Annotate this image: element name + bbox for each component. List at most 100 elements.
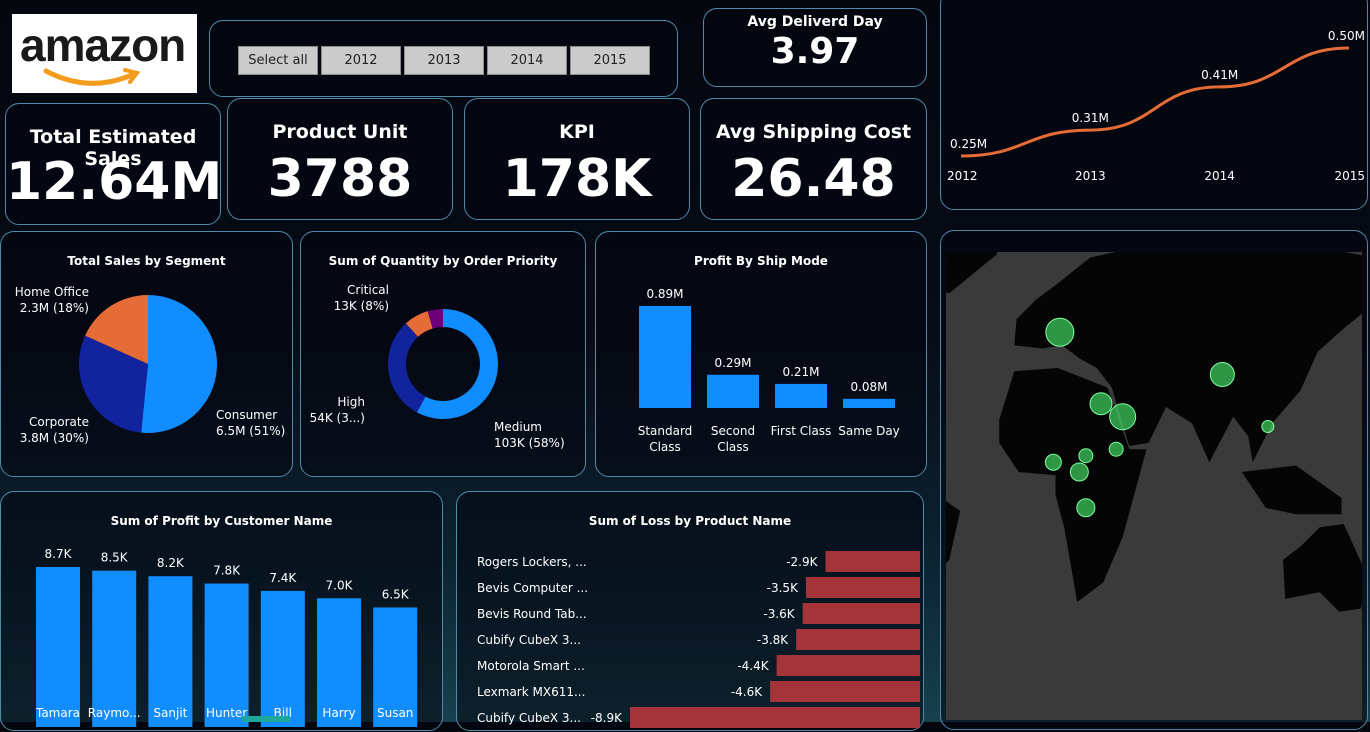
trend-data-label: 0.50M (1328, 29, 1365, 43)
ship-mode-data-label: 0.21M (782, 365, 819, 379)
ship-mode-chart: 0.89M Standard Class 0.29M Second Class 0.21M F… (638, 287, 900, 454)
ship-mode-card: Profit By Ship Mode 0.89M Standard Class 0.… (595, 231, 927, 477)
ship-mode-bar (639, 306, 691, 408)
loss-bar (802, 603, 920, 624)
map-data-point (1044, 453, 1062, 471)
priority-label: Critical (347, 283, 389, 297)
ship-mode-bar (707, 374, 759, 408)
map-card (940, 230, 1368, 730)
year-button-2015[interactable]: 2015 (570, 46, 650, 75)
product-unit-value: 3788 (267, 149, 413, 209)
ship-mode-data-label: 0.29M (714, 356, 751, 370)
loss-bar (796, 629, 920, 650)
map-data-point (1045, 317, 1075, 347)
avg-shipping-value: 26.48 (731, 149, 896, 209)
customer-data-label: 7.8K (213, 564, 241, 578)
loss-bar (825, 551, 920, 572)
customer-profit-chart: 8.7KTamara8.5KRaymo...8.2KSanjit7.8KHunt… (35, 547, 418, 727)
customer-name-label: Harry (322, 706, 355, 720)
customer-bar (36, 567, 80, 727)
loss-bar (805, 577, 920, 598)
year-button-2014[interactable]: 2014 (487, 46, 567, 75)
sales-trend-card: 0.25M 2012 0.31M 2013 0.41M 2014 0.50M 2015 (940, 0, 1368, 210)
sales-trend-chart: 0.25M 2012 0.31M 2013 0.41M 2014 0.50M 2015 (947, 29, 1365, 183)
map-data-point (1089, 392, 1113, 416)
customer-name-label: Raymo... (88, 706, 141, 720)
map-data-point (1108, 441, 1124, 457)
ship-mode-category-label: Class (717, 440, 749, 454)
customer-name-label: Sanjit (153, 706, 187, 720)
ship-mode-data-label: 0.08M (850, 380, 887, 394)
year-button-2013[interactable]: 2013 (404, 46, 484, 75)
ship-mode-data-label: 0.89M (646, 287, 683, 301)
year-button-2012[interactable]: 2012 (321, 46, 401, 75)
ship-mode-category-label: Same Day (838, 424, 900, 438)
year-slicer: Select all 2012 2013 2014 2015 (209, 20, 678, 97)
loss-product-label: Bevis Round Tab... (477, 607, 587, 621)
map-data-point (1069, 462, 1089, 482)
priority-slice (388, 323, 426, 413)
year-button-select-all[interactable]: Select all (238, 46, 318, 75)
customer-name-label: Tamara (35, 706, 80, 720)
trend-x-tick: 2014 (1204, 169, 1235, 183)
loss-data-label: -3.5K (767, 581, 799, 595)
total-sales-value: 12.64M (6, 152, 223, 212)
trend-x-tick: 2013 (1075, 169, 1106, 183)
loss-product-label: Rogers Lockers, ... (477, 555, 587, 569)
segment-label: Consumer (216, 408, 277, 422)
segment-label: 3.8M (30%) (20, 431, 89, 445)
avg-shipping-card: Avg Shipping Cost 26.48 (700, 98, 927, 220)
ship-mode-category-label: Second (711, 424, 755, 438)
loss-product-label: Cubify CubeX 3... (477, 711, 581, 725)
ship-mode-bar (775, 383, 827, 408)
kpi-label: KPI (559, 121, 595, 143)
product-loss-chart: -2.9K Rogers Lockers, ... -3.5K Bevis Compu… (477, 551, 920, 728)
priority-donut-chart: Medium 103K (58%) High 54K (3...) Critical 13… (310, 283, 565, 450)
customer-name-label: Susan (377, 706, 413, 720)
segment-label: 6.5M (51%) (216, 424, 285, 438)
avg-shipping-label: Avg Shipping Cost (715, 121, 912, 143)
product-unit-card: Product Unit 3788 (227, 98, 453, 220)
avg-delivered-label: Avg Deliverd Day (747, 14, 883, 30)
kpi-card: KPI 178K (464, 98, 690, 220)
priority-label: High (337, 395, 365, 409)
segment-label: Home Office (15, 285, 89, 299)
priority-label: 13K (8%) (334, 299, 389, 313)
priority-label: 54K (3...) (310, 411, 365, 425)
customer-bar (92, 570, 137, 727)
world-map[interactable] (946, 252, 1362, 720)
land-shape (1283, 524, 1362, 612)
kpi-value: 178K (502, 149, 652, 209)
segment-pie-chart: Consumer 6.5M (51%) Corporate 3.8M (30%) Hom… (15, 285, 286, 445)
ship-mode-category-label: First Class (771, 424, 832, 438)
loss-product-label: Cubify CubeX 3... (477, 633, 581, 647)
loss-data-label: -8.9K (591, 711, 623, 725)
customer-data-label: 8.7K (45, 547, 73, 561)
trend-data-label: 0.25M (950, 137, 987, 151)
customer-data-label: 8.2K (157, 556, 185, 570)
loss-product-label: Lexmark MX611... (477, 685, 585, 699)
priority-donut-card: Sum of Quantity by Order Priority Medium… (300, 231, 586, 477)
map-data-point (1109, 403, 1137, 431)
loss-data-label: -3.6K (763, 607, 795, 621)
ship-mode-category-label: Class (649, 440, 681, 454)
priority-label: 103K (58%) (494, 436, 565, 450)
customer-data-label: 7.0K (326, 578, 354, 592)
trend-line (960, 46, 1350, 158)
ship-mode-category-label: Standard (638, 424, 693, 438)
ship-mode-bar (843, 398, 895, 408)
loss-data-label: -2.9K (786, 555, 818, 569)
trend-data-label: 0.31M (1072, 111, 1109, 125)
loss-data-label: -4.4K (737, 659, 769, 673)
loss-product-label: Bevis Computer ... (477, 581, 588, 595)
smile-arrow-icon (43, 68, 141, 86)
loss-data-label: -3.8K (757, 633, 789, 647)
page-indicator[interactable] (242, 716, 290, 722)
trend-x-tick: 2012 (947, 169, 978, 183)
segment-pie-card: Total Sales by Segment Consumer 6.5M (51%… (0, 231, 293, 477)
trend-data-label: 0.41M (1201, 68, 1238, 82)
priority-label: Medium (494, 420, 542, 434)
map-data-point (1209, 362, 1235, 387)
total-sales-card: Total Estimated Sales 12.64M (5, 103, 223, 225)
customer-data-label: 7.4K (269, 571, 297, 585)
